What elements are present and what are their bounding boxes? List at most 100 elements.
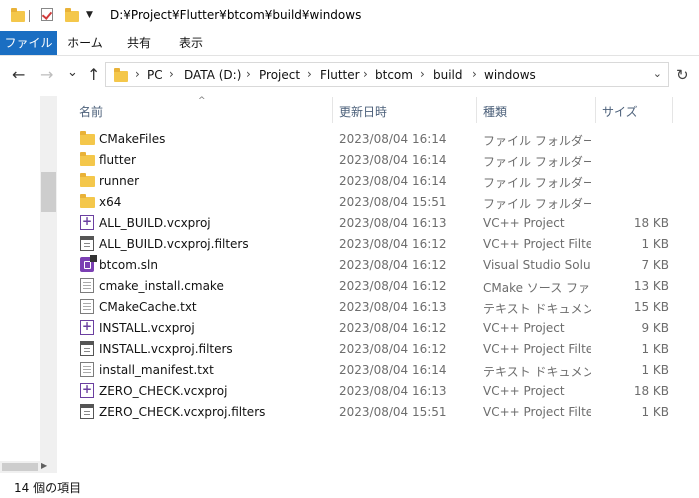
file-type: VC++ Project [483,216,565,230]
file-name: CMakeCache.txt [99,300,197,314]
file-type: ファイル フォルダー [483,155,591,169]
document-icon [80,362,94,377]
breadcrumb-separator[interactable]: › [420,67,425,81]
folder-icon [11,8,25,22]
breadcrumb-separator[interactable]: › [246,67,251,81]
column-header-date[interactable]: 更新日時 [339,103,387,120]
tab-file[interactable]: ファイル [0,31,57,55]
new-folder-icon[interactable] [65,8,79,22]
folder-icon [80,194,95,208]
file-date: 2023/08/04 16:12 [339,237,447,251]
refresh-icon[interactable]: ↻ [676,66,689,84]
ribbon-tabs: ファイル ホーム 共有 表示 [0,31,699,56]
chevron-down-icon[interactable]: ⌄ [653,67,662,80]
breadcrumb-separator[interactable]: › [472,67,477,81]
file-row[interactable]: ZERO_CHECK.vcxproj.filters 2023/08/04 15:… [62,401,699,422]
file-row[interactable]: cmake_install.cmake 2023/08/04 16:12 CMake… [62,275,699,296]
horizontal-scrollbar[interactable]: ▶ [0,461,57,473]
file-size: 1 KB [641,237,669,251]
tab-home[interactable]: ホーム [62,31,108,55]
tab-view[interactable]: 表示 [170,31,212,55]
file-date: 2023/08/04 16:13 [339,216,447,230]
back-arrow-icon[interactable]: ← [12,66,25,84]
column-divider[interactable] [332,97,333,123]
file-row[interactable]: ALL_BUILD.vcxproj 2023/08/04 16:13 VC++ Pr… [62,212,699,233]
breadcrumb-separator[interactable]: › [307,67,312,81]
file-name: ZERO_CHECK.vcxproj.filters [99,405,266,419]
file-row[interactable]: INSTALL.vcxproj 2023/08/04 16:12 VC++ Proj… [62,317,699,338]
breadcrumb-btcom[interactable]: btcom [375,68,413,82]
file-row[interactable]: CMakeCache.txt 2023/08/04 16:13 テキスト ドキュメン… [62,296,699,317]
file-date: 2023/08/04 16:12 [339,258,447,272]
file-row[interactable]: ZERO_CHECK.vcxproj 2023/08/04 16:13 VC++ P… [62,380,699,401]
navigation-pane-scrollbar[interactable] [40,96,57,461]
column-divider[interactable] [672,97,673,123]
tab-share[interactable]: 共有 [118,31,160,55]
file-date: 2023/08/04 16:14 [339,153,447,167]
filters-file-icon [80,404,94,419]
column-divider[interactable] [595,97,596,123]
file-name: runner [99,174,140,188]
document-icon [80,299,94,314]
file-date: 2023/08/04 16:14 [339,363,447,377]
file-type: テキスト ドキュメント [483,302,591,316]
file-size: 18 KB [633,384,669,398]
column-divider[interactable] [476,97,477,123]
file-row[interactable]: x64 2023/08/04 15:51 ファイル フォルダー [62,191,699,212]
file-date: 2023/08/04 15:51 [339,195,447,209]
item-count: 14 個の項目 [14,481,82,495]
file-type: Visual Studio Solu... [483,258,591,272]
breadcrumb-separator[interactable]: › [169,67,174,81]
file-name: ALL_BUILD.vcxproj [99,216,211,230]
file-row[interactable]: ALL_BUILD.vcxproj.filters 2023/08/04 16:1… [62,233,699,254]
file-type: VC++ Project Filte... [483,342,591,356]
forward-arrow-icon[interactable]: → [40,66,53,84]
scrollbar-thumb[interactable] [41,172,56,212]
file-name: CMakeFiles [99,132,166,146]
vcxproj-file-icon [80,382,94,398]
file-row[interactable]: install_manifest.txt 2023/08/04 16:14 テキスト… [62,359,699,380]
file-row[interactable]: flutter 2023/08/04 16:14 ファイル フォルダー [62,149,699,170]
file-name: INSTALL.vcxproj [99,321,195,335]
breadcrumb-windows[interactable]: windows [484,68,536,82]
breadcrumb-data-drive[interactable]: DATA (D:) [184,68,241,82]
breadcrumb-pc[interactable]: PC [147,68,163,82]
folder-icon [114,68,128,82]
file-name: x64 [99,195,122,209]
file-row[interactable]: runner 2023/08/04 16:14 ファイル フォルダー [62,170,699,191]
file-date: 2023/08/04 16:14 [339,132,447,146]
file-name: flutter [99,153,136,167]
file-name: btcom.sln [99,258,158,272]
status-bar: 14 個の項目 [0,474,699,498]
folder-icon [80,131,95,145]
breadcrumb-separator[interactable]: › [363,67,368,81]
file-size: 18 KB [633,216,669,230]
folder-icon [80,173,95,187]
up-arrow-icon[interactable]: ↑ [87,66,100,84]
file-row[interactable]: btcom.sln 2023/08/04 16:12 Visual Studio S… [62,254,699,275]
file-type: VC++ Project Filte... [483,405,591,419]
scroll-right-arrow-icon[interactable]: ▶ [41,461,47,470]
file-name: ZERO_CHECK.vcxproj [99,384,228,398]
scrollbar-thumb[interactable] [2,463,38,471]
file-type: CMake ソース ファイル [483,281,591,295]
address-bar[interactable]: › PC › DATA (D:) › Project › Flutter › b… [105,62,669,87]
properties-check-icon[interactable] [41,8,53,21]
breadcrumb-build[interactable]: build [433,68,463,82]
breadcrumb-project[interactable]: Project [259,68,300,82]
file-type: ファイル フォルダー [483,134,591,148]
column-header-size[interactable]: サイズ [602,103,638,120]
recent-locations-icon[interactable]: ⌄ [67,64,78,82]
breadcrumb-flutter[interactable]: Flutter [320,68,360,82]
column-header-type[interactable]: 種類 [483,103,507,120]
file-row[interactable]: INSTALL.vcxproj.filters 2023/08/04 16:12 V… [62,338,699,359]
column-header-name[interactable]: 名前 [79,103,103,120]
file-row[interactable]: CMakeFiles 2023/08/04 16:14 ファイル フォルダー [62,128,699,149]
breadcrumb-separator[interactable]: › [135,67,140,81]
file-date: 2023/08/04 15:51 [339,405,447,419]
file-type: VC++ Project [483,384,565,398]
file-size: 1 KB [641,405,669,419]
document-icon [80,278,94,293]
file-size: 1 KB [641,342,669,356]
chevron-down-icon[interactable]: ▼ [86,10,93,20]
